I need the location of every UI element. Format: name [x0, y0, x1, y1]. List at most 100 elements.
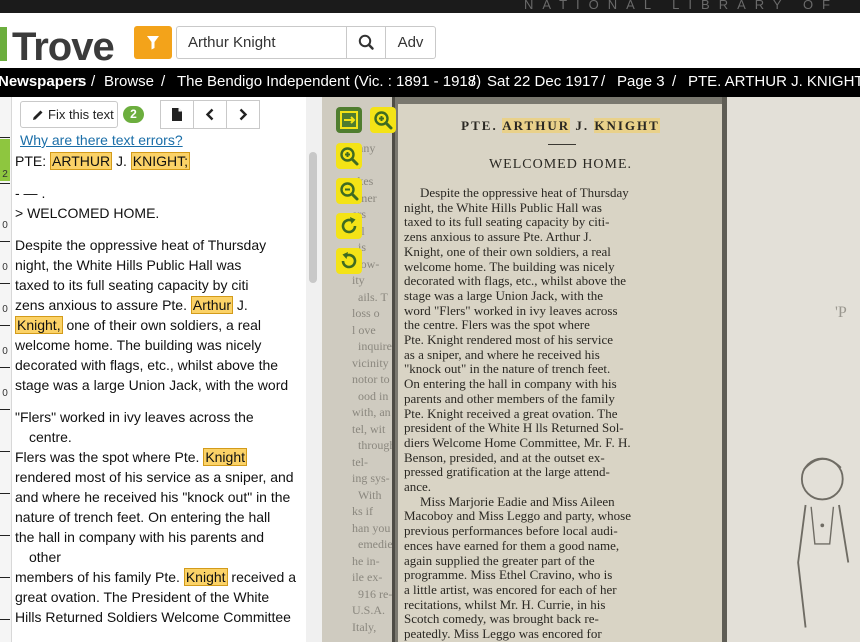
- previous-article-button[interactable]: [193, 100, 227, 129]
- rotate-right-icon: [341, 217, 357, 234]
- text-errors-link[interactable]: Why are there text errors?: [20, 132, 183, 148]
- clipping-line: Despite the oppressive heat of Thursday: [420, 186, 629, 200]
- cartoon-illustration: [797, 457, 850, 628]
- clipping-line: the centre. Flers was the spot where: [404, 318, 590, 333]
- article-info-button[interactable]: [160, 100, 194, 129]
- zoom-out-button[interactable]: [336, 178, 362, 204]
- left-column-fragment: han you: [352, 520, 391, 535]
- next-article-button[interactable]: [226, 100, 260, 129]
- filter-icon: [147, 36, 159, 50]
- clipping-line: a little artist, was encored for each of…: [404, 582, 617, 597]
- ocr-line: the hall in company with his parents and: [15, 529, 265, 545]
- clipping-highlight: KNIGHT: [594, 118, 660, 133]
- search-input[interactable]: [176, 26, 346, 59]
- trove-logo[interactable]: Trove: [12, 27, 115, 67]
- zoom-in-icon: [340, 147, 359, 166]
- ocr-line: centre.: [29, 429, 72, 445]
- search-highlight: Arthur: [190, 296, 234, 314]
- clipping-line: president of the White H lls Returned So…: [404, 421, 624, 436]
- adjacent-column-right: 'P: [727, 97, 860, 642]
- ocr-line: "Flers" worked in ivy leaves across the: [15, 409, 254, 425]
- right-column-fragment: 'P: [835, 304, 847, 321]
- tick-line: [0, 183, 10, 184]
- page-number[interactable]: 2: [0, 169, 10, 180]
- ocr-line: > WELCOMED HOME.: [15, 205, 160, 221]
- breadcrumb-article: PTE. ARTHUR J. KNIGHT: [688, 73, 860, 90]
- clipping-headline: PTE. ARTHUR J. KNIGHT: [461, 118, 660, 133]
- zoom-area-button[interactable]: [370, 107, 396, 133]
- tick-line: [0, 493, 10, 494]
- text-panel-scrollbar[interactable]: [306, 97, 322, 642]
- clipping-line: as a sniper, and where he received his: [404, 347, 600, 362]
- ocr-line: - — .: [15, 185, 46, 201]
- clipping-line: welcome home. The building was nicely: [404, 259, 615, 274]
- clipping-line: recitations, whilst Mr. H. Currie, in hi…: [404, 597, 606, 612]
- ocr-line: taxed to its full seating capacity by ci…: [15, 277, 249, 293]
- zoom-out-icon: [340, 182, 359, 201]
- breadcrumb-separator: /: [601, 73, 606, 90]
- breadcrumb-newspaper[interactable]: The Bendigo Independent (Vic. : 1891 - 1…: [177, 68, 481, 96]
- left-column-fragment: ile ex-: [352, 570, 383, 584]
- clipping-line: taxed to its full seating capacity by ci…: [404, 215, 610, 230]
- library-banner-text: NATIONAL LIBRARY OF: [524, 0, 840, 12]
- correction-count-badge: 2: [123, 106, 144, 123]
- breadcrumb-category[interactable]: Newspapers: [0, 68, 86, 96]
- breadcrumb-browse[interactable]: Browse: [104, 68, 154, 96]
- rotate-right-button[interactable]: [336, 213, 362, 239]
- breadcrumb-separator: /: [672, 73, 677, 90]
- breadcrumb-page[interactable]: Page 3: [617, 68, 665, 96]
- page-number[interactable]: 0: [0, 388, 10, 399]
- advanced-search-button[interactable]: Adv: [386, 26, 436, 59]
- tick-line: [0, 325, 10, 326]
- ocr-line: Hills Returned Soldiers Welcome Committe…: [15, 609, 291, 625]
- page-number[interactable]: 0: [0, 220, 10, 231]
- fix-text-button[interactable]: Fix this text: [20, 101, 118, 128]
- ocr-line: and where he received his "knock out" in…: [15, 489, 291, 505]
- logo-mark[interactable]: [0, 27, 7, 61]
- ocr-line: decorated with flags, etc., whilst above…: [15, 357, 279, 373]
- left-column-fragment: With: [358, 487, 382, 502]
- pencil-icon: [33, 110, 43, 120]
- breadcrumb-colon: :: [77, 73, 82, 90]
- page-number[interactable]: 0: [0, 346, 10, 357]
- clipping-line: word "Flers" worked in ivy leaves across: [404, 303, 618, 318]
- filter-button[interactable]: [134, 26, 172, 59]
- tick-line: [0, 535, 10, 536]
- rotate-left-button[interactable]: [336, 248, 362, 274]
- fit-page-button[interactable]: [336, 107, 362, 133]
- fix-text-label: Fix this text: [48, 107, 114, 122]
- ocr-line: nature of trench feet. On entering the h…: [15, 509, 271, 525]
- header: Trove Adv: [0, 13, 860, 68]
- column-divider: [392, 97, 395, 642]
- clipping-body: Despite the oppressive heat of Thursday n…: [404, 186, 722, 642]
- tick-line: [0, 619, 10, 620]
- breadcrumb-date[interactable]: Sat 22 Dec 1917: [487, 68, 599, 96]
- breadcrumb-separator: /: [471, 73, 476, 90]
- left-column-fragment: Italy,: [352, 619, 377, 634]
- left-column-fragment: ails. T: [358, 289, 388, 304]
- ocr-line: welcome home. The building was nicely: [15, 337, 262, 353]
- page-image-viewer[interactable]: anyarakesmerersralisGow-ityails. Tloss o…: [322, 97, 860, 642]
- tick-line: [0, 241, 10, 242]
- page-navigation-track[interactable]: 2 0 0 0 0 0: [0, 97, 12, 642]
- left-column-fragment: through: [358, 438, 396, 452]
- page-number[interactable]: 0: [0, 262, 10, 273]
- zoom-in-button[interactable]: [336, 143, 362, 169]
- fit-page-icon: [340, 111, 358, 129]
- left-column-fragment: 916 re-: [358, 586, 393, 601]
- left-column-fragment: with, an: [352, 405, 391, 419]
- breadcrumb-separator: /: [91, 73, 96, 90]
- breadcrumb: Newspapers : / Browse / The Bendigo Inde…: [0, 68, 860, 97]
- clipping-line: On entering the hall in company with his: [404, 377, 617, 392]
- ocr-line: Despite the oppressive heat of Thursday: [15, 237, 267, 253]
- search-highlight: Knight: [203, 448, 248, 466]
- clipping-line: night, the White Hills Public Hall was: [404, 200, 602, 215]
- search-button[interactable]: [346, 26, 386, 59]
- clipping-line: Pte. Knight rendered most of his service: [404, 333, 614, 348]
- left-column-fragment: U.S.A.: [352, 603, 386, 617]
- page-number[interactable]: 0: [0, 304, 10, 315]
- tick-line: [0, 409, 10, 410]
- clipping-line: ance.: [404, 480, 432, 495]
- scrollbar-thumb[interactable]: [309, 152, 317, 283]
- clipping-line: pressed gratification at the large atten…: [404, 465, 610, 480]
